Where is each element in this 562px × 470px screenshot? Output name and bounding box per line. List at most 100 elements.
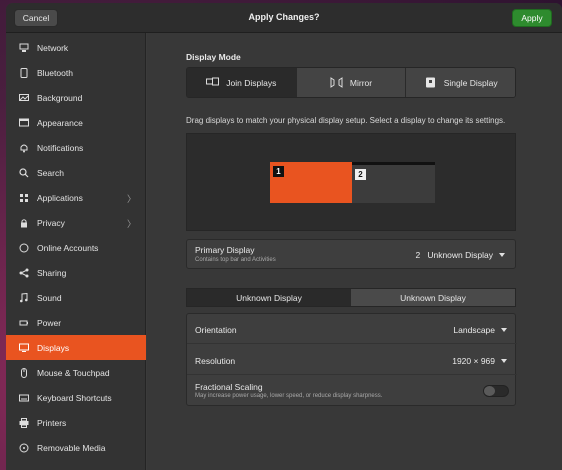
chevron-down-icon: [501, 328, 507, 332]
mode-label: Mirror: [349, 77, 373, 88]
settings-sidebar: Network Bluetooth Background Appearance …: [6, 33, 146, 470]
orientation-label: Orientation: [195, 325, 237, 335]
sidebar-item-notifications[interactable]: Notifications: [6, 135, 146, 160]
keyboard-icon: [19, 393, 29, 403]
chevron-down-icon: [501, 359, 507, 363]
sidebar-item-label: Privacy: [37, 217, 65, 228]
sidebar-item-mouse-touchpad[interactable]: Mouse & Touchpad: [6, 360, 146, 385]
background-icon: [19, 93, 29, 103]
chevron-down-icon: [499, 253, 505, 257]
sidebar-item-bluetooth[interactable]: Bluetooth: [6, 60, 146, 85]
dialog-titlebar: Cancel Apply Changes? Apply: [6, 3, 562, 33]
fractional-scaling-label: Fractional Scaling: [195, 382, 263, 392]
monitor-2[interactable]: 2: [352, 162, 435, 203]
resolution-dropdown[interactable]: 1920 × 969: [452, 356, 507, 366]
monitor-1[interactable]: 1: [270, 162, 352, 203]
primary-display-value: 2 Unknown Display: [415, 250, 493, 260]
display-mode-selector: Join Displays Mirror Single Display: [186, 67, 516, 98]
share-icon: [19, 268, 29, 278]
sidebar-item-label: Search: [37, 167, 64, 178]
mode-single-display-button[interactable]: Single Display: [406, 68, 515, 97]
sidebar-item-label: Displays: [37, 342, 70, 353]
sidebar-item-printers[interactable]: Printers: [6, 410, 146, 435]
tab-display-1[interactable]: Unknown Display: [187, 289, 351, 306]
music-note-icon: [19, 292, 29, 303]
bell-icon: [19, 143, 29, 153]
sidebar-item-label: Removable Media: [37, 442, 106, 453]
network-icon: [19, 43, 29, 53]
sidebar-item-search[interactable]: Search: [6, 160, 146, 185]
single-display-icon: [425, 77, 435, 88]
display-icon: [19, 343, 29, 353]
display-mode-heading: Display Mode: [186, 52, 241, 62]
sidebar-item-label: Printers: [37, 417, 67, 428]
chevron-right-icon: 〉: [126, 219, 136, 229]
sidebar-item-displays[interactable]: Displays: [6, 335, 146, 360]
monitor-number-badge: 1: [273, 166, 284, 177]
mode-label: Join Displays: [226, 77, 277, 88]
primary-display-label: Primary Display: [195, 245, 255, 255]
display-tabs: Unknown Display Unknown Display: [186, 288, 516, 307]
applications-icon: [19, 193, 29, 203]
appearance-icon: [19, 118, 29, 128]
tab-display-2[interactable]: Unknown Display: [351, 289, 515, 306]
bluetooth-icon: [19, 67, 29, 78]
resolution-label: Resolution: [195, 356, 236, 366]
switch-knob: [484, 386, 495, 396]
displays-panel: Display Mode Join Displays Mirror Single…: [147, 33, 562, 470]
sidebar-item-sharing[interactable]: Sharing: [6, 260, 146, 285]
resolution-value: 1920 × 969: [452, 356, 495, 366]
printer-icon: [19, 417, 29, 428]
sidebar-item-label: Sound: [37, 292, 62, 303]
sidebar-item-label: Keyboard Shortcuts: [37, 392, 112, 403]
sidebar-item-network[interactable]: Network: [6, 35, 146, 60]
apply-button[interactable]: Apply: [512, 9, 552, 27]
mirror-icon: [330, 77, 343, 88]
arrangement-hint: Drag displays to match your physical dis…: [186, 116, 506, 125]
mouse-icon: [19, 367, 29, 378]
sidebar-item-applications[interactable]: Applications 〉: [6, 185, 146, 210]
sidebar-item-keyboard-shortcuts[interactable]: Keyboard Shortcuts: [6, 385, 146, 410]
mode-join-displays-button[interactable]: Join Displays: [187, 68, 297, 97]
primary-display-sublabel: Contains top bar and Activities: [195, 257, 276, 263]
sidebar-item-removable-media[interactable]: Removable Media: [6, 435, 146, 460]
fractional-scaling-row: Fractional Scaling May increase power us…: [187, 376, 517, 406]
sidebar-item-sound[interactable]: Sound: [6, 285, 146, 310]
sidebar-item-label: Online Accounts: [37, 242, 99, 253]
fractional-scaling-sublabel: May increase power usage, lower speed, o…: [195, 393, 383, 399]
media-icon: [19, 443, 29, 453]
mode-mirror-button[interactable]: Mirror: [296, 68, 407, 97]
sidebar-item-online-accounts[interactable]: Online Accounts: [6, 235, 146, 260]
sidebar-item-background[interactable]: Background: [6, 85, 146, 110]
sidebar-item-label: Network: [37, 42, 69, 53]
sidebar-item-appearance[interactable]: Appearance: [6, 110, 146, 135]
fractional-scaling-switch[interactable]: [483, 385, 509, 397]
display-arrangement-area: 1 2: [186, 133, 516, 231]
sidebar-item-power[interactable]: Power: [6, 310, 146, 335]
sidebar-item-label: Mouse & Touchpad: [37, 367, 110, 378]
dialog-title: Apply Changes?: [248, 12, 320, 22]
orientation-value: Landscape: [453, 325, 495, 335]
sidebar-item-label: Notifications: [37, 142, 84, 153]
orientation-dropdown[interactable]: Landscape: [453, 325, 507, 335]
sidebar-item-label: Applications: [37, 192, 83, 203]
sidebar-item-label: Power: [37, 317, 62, 328]
join-displays-icon: [206, 77, 220, 86]
cloud-icon: [19, 243, 29, 253]
sidebar-item-label: Sharing: [37, 267, 67, 278]
power-icon: [19, 318, 29, 328]
resolution-row: Resolution 1920 × 969: [187, 345, 517, 375]
settings-window: Cancel Apply Changes? Apply Network Blue…: [6, 3, 562, 470]
sidebar-item-label: Bluetooth: [37, 67, 73, 78]
mode-label: Single Display: [443, 77, 498, 88]
primary-display-dropdown[interactable]: 2 Unknown Display: [416, 250, 505, 260]
monitor-number-badge: 2: [355, 169, 366, 180]
chevron-right-icon: 〉: [126, 194, 136, 204]
display-settings-list: Orientation Landscape Resolution 1920 × …: [186, 313, 517, 406]
sidebar-item-label: Appearance: [37, 117, 83, 128]
sidebar-item-label: Background: [37, 92, 83, 103]
orientation-row: Orientation Landscape: [187, 314, 517, 344]
privacy-icon: [19, 218, 29, 228]
sidebar-item-privacy[interactable]: Privacy 〉: [6, 210, 146, 235]
search-icon: [19, 167, 29, 178]
